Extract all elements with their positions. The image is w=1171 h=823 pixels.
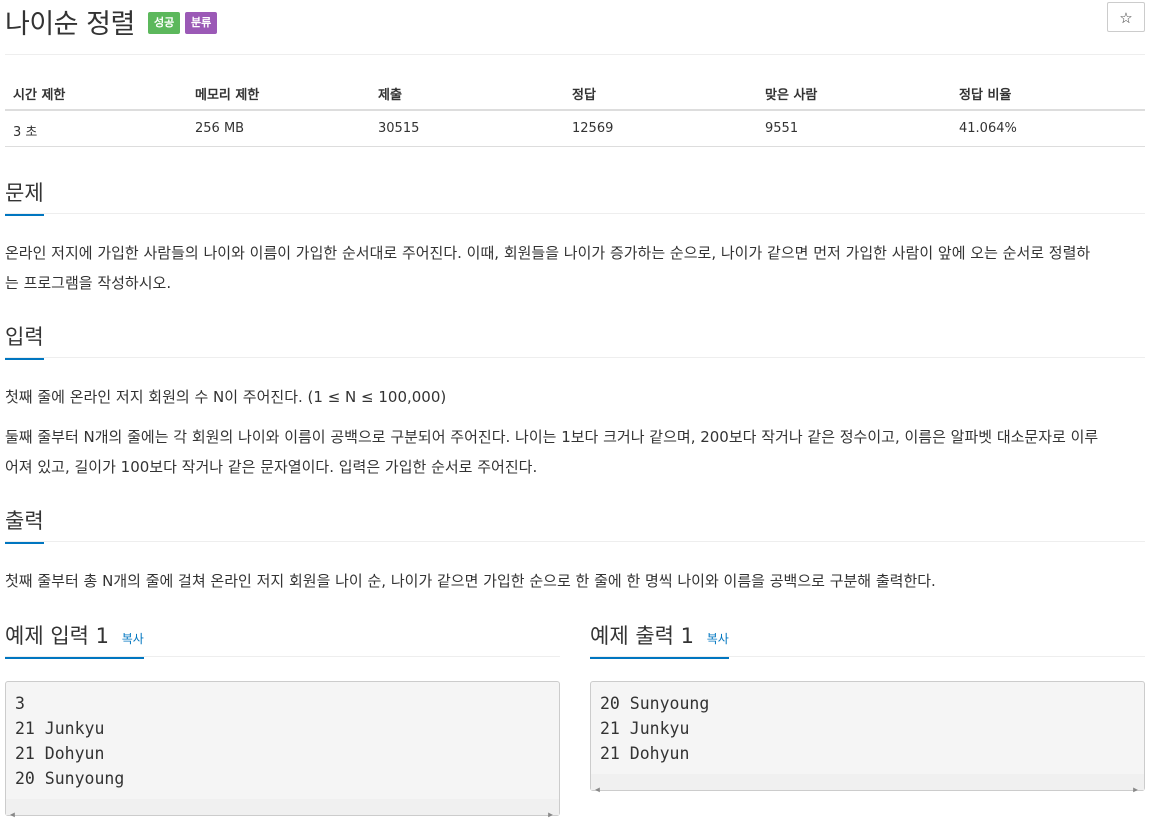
copy-output-link[interactable]: 복사 <box>707 632 729 646</box>
submission-count: 30515 <box>378 121 420 136</box>
example-output-title-wrap: 예제 출력 1 복사 <box>590 620 729 659</box>
accept-ratio: 41.064% <box>959 121 1017 136</box>
time-limit-value: 3 초 <box>13 125 38 140</box>
stats-header: 시간 제한 <box>13 88 66 103</box>
problem-page: 나이순 정렬 성공 분류 ☆ 시간 제한 메모리 제한 제출 정답 맞은 사람 … <box>0 0 1171 823</box>
accepted-count: 12569 <box>572 121 614 136</box>
problem-section-header: 문제 <box>5 177 1145 216</box>
stats-header: 제출 <box>378 88 402 103</box>
horizontal-scrollbar[interactable]: ◀ ▶ <box>6 799 559 819</box>
problem-heading: 문제 <box>5 177 44 216</box>
example-output-title: 예제 출력 1 <box>590 624 694 648</box>
output-description: 첫째 줄부터 총 N개의 줄에 걸쳐 온라인 저지 회원을 나이 순, 나이가 … <box>5 566 1147 596</box>
copy-input-link[interactable]: 복사 <box>122 632 144 646</box>
example-input-title-wrap: 예제 입력 1 복사 <box>5 620 144 659</box>
star-button[interactable]: ☆ <box>1107 2 1145 32</box>
input-section-header: 입력 <box>5 321 1145 360</box>
example-output-header: 예제 출력 1 복사 <box>590 620 1145 659</box>
output-heading: 출력 <box>5 505 44 544</box>
page-title: 나이순 정렬 <box>5 9 135 40</box>
example-output-code[interactable]: 20 Sunyoung 21 Junkyu 21 Dohyun ◀ ▶ <box>590 681 1145 794</box>
problem-header: 나이순 정렬 성공 분류 ☆ <box>5 0 1145 55</box>
scroll-left-arrow-icon[interactable]: ◀ <box>10 802 15 823</box>
example-output-block: 예제 출력 1 복사 20 Sunyoung 21 Junkyu 21 Dohy… <box>590 620 1145 794</box>
example-input-text: 3 21 Junkyu 21 Dohyun 20 Sunyoung <box>15 694 125 788</box>
input-paragraph: 첫째 줄에 온라인 저지 회원의 수 N이 주어진다. (1 ≤ N ≤ 100… <box>5 388 447 406</box>
memory-limit-value: 256 MB <box>195 121 245 136</box>
example-input-code[interactable]: 3 21 Junkyu 21 Dohyun 20 Sunyoung ◀ ▶ <box>5 681 560 819</box>
problem-line: 는 프로그램을 작성하시오. <box>5 274 172 292</box>
stats-header: 메모리 제한 <box>195 88 260 103</box>
scroll-left-arrow-icon[interactable]: ◀ <box>595 777 600 802</box>
stats-header: 맞은 사람 <box>765 88 818 103</box>
input-line: 어져 있고, 길이가 100보다 작거나 같은 문자열이다. 입력은 가입한 순… <box>5 458 538 476</box>
output-paragraph: 첫째 줄부터 총 N개의 줄에 걸쳐 온라인 저지 회원을 나이 순, 나이가 … <box>5 572 936 590</box>
stats-header: 정답 <box>572 88 596 103</box>
example-output-text: 20 Sunyoung 21 Junkyu 21 Dohyun <box>600 694 710 763</box>
stats-value-row: 3 초 256 MB 30515 12569 9551 41.064% <box>5 111 1145 147</box>
example-input-block: 예제 입력 1 복사 3 21 Junkyu 21 Dohyun 20 Suny… <box>5 620 560 819</box>
input-description-2: 둘째 줄부터 N개의 줄에는 각 회원의 나이와 이름이 공백으로 구분되어 주… <box>5 422 1147 482</box>
stats-header-row: 시간 제한 메모리 제한 제출 정답 맞은 사람 정답 비율 <box>5 74 1145 111</box>
stats-header: 정답 비율 <box>959 88 1012 103</box>
star-icon: ☆ <box>1119 9 1133 27</box>
input-description: 첫째 줄에 온라인 저지 회원의 수 N이 주어진다. (1 ≤ N ≤ 100… <box>5 382 1147 412</box>
scroll-right-arrow-icon[interactable]: ▶ <box>548 802 553 823</box>
input-heading: 입력 <box>5 321 44 360</box>
horizontal-scrollbar[interactable]: ◀ ▶ <box>591 774 1144 794</box>
example-input-title: 예제 입력 1 <box>5 624 109 648</box>
category-badge[interactable]: 분류 <box>185 12 218 34</box>
input-line: 둘째 줄부터 N개의 줄에는 각 회원의 나이와 이름이 공백으로 구분되어 주… <box>5 428 1099 446</box>
problem-line: 온라인 저지에 가입한 사람들의 나이와 이름이 가입한 순서대로 주어진다. … <box>5 244 1091 262</box>
output-section-header: 출력 <box>5 505 1145 544</box>
status-badge-success[interactable]: 성공 <box>148 12 181 34</box>
scroll-right-arrow-icon[interactable]: ▶ <box>1133 777 1138 802</box>
solved-users-count: 9551 <box>765 121 799 136</box>
problem-description: 온라인 저지에 가입한 사람들의 나이와 이름이 가입한 순서대로 주어진다. … <box>5 238 1147 298</box>
example-input-header: 예제 입력 1 복사 <box>5 620 560 659</box>
stats-table: 시간 제한 메모리 제한 제출 정답 맞은 사람 정답 비율 3 초 256 M… <box>5 74 1145 147</box>
